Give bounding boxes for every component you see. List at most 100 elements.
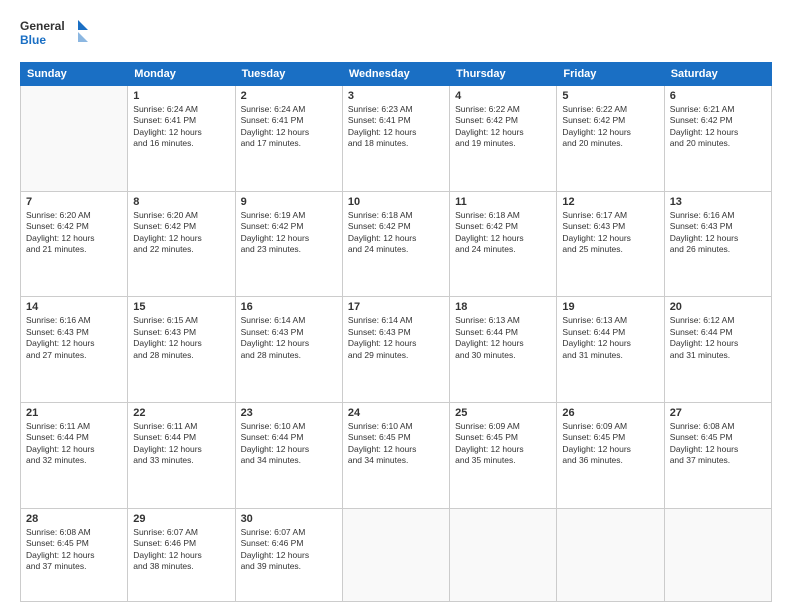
day-number: 25 <box>455 407 551 419</box>
day-info: Sunrise: 6:11 AMSunset: 6:44 PMDaylight:… <box>26 421 122 467</box>
day-info: Sunrise: 6:20 AMSunset: 6:42 PMDaylight:… <box>133 210 229 256</box>
day-number: 10 <box>348 196 444 208</box>
col-header-monday: Monday <box>128 63 235 86</box>
calendar-week-row: 7Sunrise: 6:20 AMSunset: 6:42 PMDaylight… <box>21 191 772 297</box>
day-number: 20 <box>670 301 766 313</box>
day-number: 5 <box>562 90 658 102</box>
day-info: Sunrise: 6:24 AMSunset: 6:41 PMDaylight:… <box>241 104 337 150</box>
day-info: Sunrise: 6:12 AMSunset: 6:44 PMDaylight:… <box>670 315 766 361</box>
day-number: 6 <box>670 90 766 102</box>
calendar-cell: 22 Sunrise: 6:11 AMSunset: 6:44 PMDayligh… <box>128 403 235 509</box>
day-info: Sunrise: 6:13 AMSunset: 6:44 PMDaylight:… <box>562 315 658 361</box>
calendar-cell: 19Sunrise: 6:13 AMSunset: 6:44 PMDayligh… <box>557 297 664 403</box>
logo: General Blue <box>20 16 90 52</box>
day-info: Sunrise: 6:21 AMSunset: 6:42 PMDaylight:… <box>670 104 766 150</box>
day-number: 26 <box>562 407 658 419</box>
calendar-cell: 15 Sunrise: 6:15 AMSunset: 6:43 PMDayligh… <box>128 297 235 403</box>
day-number: 17 <box>348 301 444 313</box>
day-info: Sunrise: 6:14 AMSunset: 6:43 PMDaylight:… <box>241 315 337 361</box>
calendar-cell: 14Sunrise: 6:16 AMSunset: 6:43 PMDayligh… <box>21 297 128 403</box>
svg-text:Blue: Blue <box>20 33 46 47</box>
calendar-cell: 30 Sunrise: 6:07 AMSunset: 6:46 PMDayligh… <box>235 508 342 601</box>
calendar-cell: 12 Sunrise: 6:17 AMSunset: 6:43 PMDayligh… <box>557 191 664 297</box>
day-number: 3 <box>348 90 444 102</box>
calendar-week-row: 28Sunrise: 6:08 AMSunset: 6:45 PMDayligh… <box>21 508 772 601</box>
day-number: 2 <box>241 90 337 102</box>
day-number: 24 <box>348 407 444 419</box>
calendar-cell: 2 Sunrise: 6:24 AMSunset: 6:41 PMDaylight… <box>235 86 342 192</box>
calendar-cell: 4 Sunrise: 6:22 AMSunset: 6:42 PMDaylight… <box>450 86 557 192</box>
calendar-cell <box>450 508 557 601</box>
day-info: Sunrise: 6:11 AMSunset: 6:44 PMDaylight:… <box>133 421 229 467</box>
day-number: 11 <box>455 196 551 208</box>
day-info: Sunrise: 6:18 AMSunset: 6:42 PMDaylight:… <box>455 210 551 256</box>
col-header-friday: Friday <box>557 63 664 86</box>
calendar-cell: 17 Sunrise: 6:14 AMSunset: 6:43 PMDayligh… <box>342 297 449 403</box>
calendar-week-row: 14Sunrise: 6:16 AMSunset: 6:43 PMDayligh… <box>21 297 772 403</box>
day-info: Sunrise: 6:07 AMSunset: 6:46 PMDaylight:… <box>133 527 229 573</box>
day-number: 12 <box>562 196 658 208</box>
day-number: 23 <box>241 407 337 419</box>
calendar-cell: 9 Sunrise: 6:19 AMSunset: 6:42 PMDaylight… <box>235 191 342 297</box>
day-info: Sunrise: 6:22 AMSunset: 6:42 PMDaylight:… <box>455 104 551 150</box>
col-header-tuesday: Tuesday <box>235 63 342 86</box>
calendar-cell: 23Sunrise: 6:10 AMSunset: 6:44 PMDayligh… <box>235 403 342 509</box>
calendar-cell: 20 Sunrise: 6:12 AMSunset: 6:44 PMDayligh… <box>664 297 771 403</box>
calendar-cell: 8 Sunrise: 6:20 AMSunset: 6:42 PMDaylight… <box>128 191 235 297</box>
calendar-header-row: SundayMondayTuesdayWednesdayThursdayFrid… <box>21 63 772 86</box>
day-number: 9 <box>241 196 337 208</box>
day-number: 27 <box>670 407 766 419</box>
calendar-cell: 11 Sunrise: 6:18 AMSunset: 6:42 PMDayligh… <box>450 191 557 297</box>
col-header-thursday: Thursday <box>450 63 557 86</box>
day-info: Sunrise: 6:24 AMSunset: 6:41 PMDaylight:… <box>133 104 229 150</box>
day-number: 22 <box>133 407 229 419</box>
day-info: Sunrise: 6:13 AMSunset: 6:44 PMDaylight:… <box>455 315 551 361</box>
day-number: 4 <box>455 90 551 102</box>
calendar-cell: 16 Sunrise: 6:14 AMSunset: 6:43 PMDayligh… <box>235 297 342 403</box>
calendar-cell <box>664 508 771 601</box>
calendar-week-row: 21 Sunrise: 6:11 AMSunset: 6:44 PMDayligh… <box>21 403 772 509</box>
day-info: Sunrise: 6:17 AMSunset: 6:43 PMDaylight:… <box>562 210 658 256</box>
day-info: Sunrise: 6:18 AMSunset: 6:42 PMDaylight:… <box>348 210 444 256</box>
logo-svg: General Blue <box>20 16 90 52</box>
calendar-cell: 24 Sunrise: 6:10 AMSunset: 6:45 PMDayligh… <box>342 403 449 509</box>
day-info: Sunrise: 6:09 AMSunset: 6:45 PMDaylight:… <box>455 421 551 467</box>
day-number: 29 <box>133 513 229 525</box>
day-info: Sunrise: 6:08 AMSunset: 6:45 PMDaylight:… <box>26 527 122 573</box>
calendar-table: SundayMondayTuesdayWednesdayThursdayFrid… <box>20 62 772 602</box>
calendar-cell <box>557 508 664 601</box>
day-info: Sunrise: 6:20 AMSunset: 6:42 PMDaylight:… <box>26 210 122 256</box>
calendar-cell: 10 Sunrise: 6:18 AMSunset: 6:42 PMDayligh… <box>342 191 449 297</box>
day-info: Sunrise: 6:09 AMSunset: 6:45 PMDaylight:… <box>562 421 658 467</box>
calendar-cell: 29 Sunrise: 6:07 AMSunset: 6:46 PMDayligh… <box>128 508 235 601</box>
calendar-cell: 26 Sunrise: 6:09 AMSunset: 6:45 PMDayligh… <box>557 403 664 509</box>
day-info: Sunrise: 6:10 AMSunset: 6:45 PMDaylight:… <box>348 421 444 467</box>
col-header-wednesday: Wednesday <box>342 63 449 86</box>
col-header-sunday: Sunday <box>21 63 128 86</box>
calendar-cell: 7Sunrise: 6:20 AMSunset: 6:42 PMDaylight… <box>21 191 128 297</box>
day-number: 15 <box>133 301 229 313</box>
day-info: Sunrise: 6:19 AMSunset: 6:42 PMDaylight:… <box>241 210 337 256</box>
day-info: Sunrise: 6:23 AMSunset: 6:41 PMDaylight:… <box>348 104 444 150</box>
day-number: 18 <box>455 301 551 313</box>
day-info: Sunrise: 6:16 AMSunset: 6:43 PMDaylight:… <box>26 315 122 361</box>
day-info: Sunrise: 6:14 AMSunset: 6:43 PMDaylight:… <box>348 315 444 361</box>
calendar-cell: 13 Sunrise: 6:16 AMSunset: 6:43 PMDayligh… <box>664 191 771 297</box>
day-number: 8 <box>133 196 229 208</box>
page: General Blue SundayMondayTuesdayWednesda… <box>0 0 792 612</box>
calendar-cell: 28Sunrise: 6:08 AMSunset: 6:45 PMDayligh… <box>21 508 128 601</box>
calendar-cell: 5Sunrise: 6:22 AMSunset: 6:42 PMDaylight… <box>557 86 664 192</box>
day-info: Sunrise: 6:16 AMSunset: 6:43 PMDaylight:… <box>670 210 766 256</box>
col-header-saturday: Saturday <box>664 63 771 86</box>
calendar-cell: 3 Sunrise: 6:23 AMSunset: 6:41 PMDaylight… <box>342 86 449 192</box>
calendar-cell: 1Sunrise: 6:24 AMSunset: 6:41 PMDaylight… <box>128 86 235 192</box>
day-info: Sunrise: 6:15 AMSunset: 6:43 PMDaylight:… <box>133 315 229 361</box>
day-number: 13 <box>670 196 766 208</box>
day-number: 16 <box>241 301 337 313</box>
day-number: 30 <box>241 513 337 525</box>
day-number: 21 <box>26 407 122 419</box>
calendar-week-row: 1Sunrise: 6:24 AMSunset: 6:41 PMDaylight… <box>21 86 772 192</box>
day-info: Sunrise: 6:08 AMSunset: 6:45 PMDaylight:… <box>670 421 766 467</box>
calendar-cell <box>21 86 128 192</box>
day-info: Sunrise: 6:07 AMSunset: 6:46 PMDaylight:… <box>241 527 337 573</box>
